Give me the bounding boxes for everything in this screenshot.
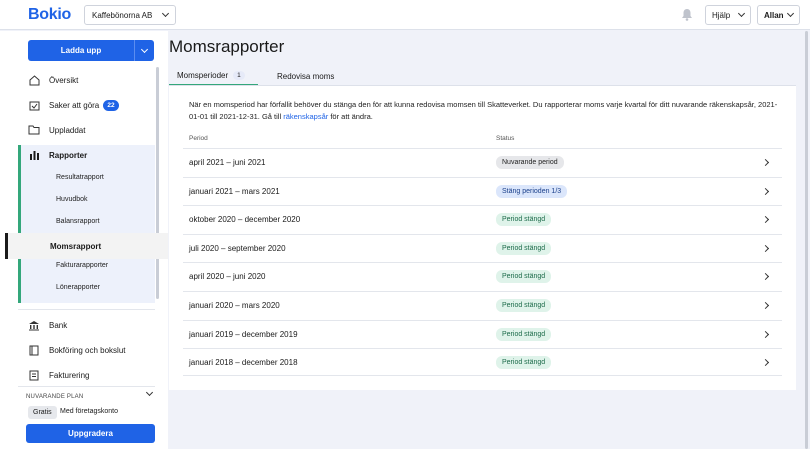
- chevron-right-icon[interactable]: [761, 301, 770, 310]
- todo-count-badge: 22: [103, 100, 119, 111]
- period-label: juli 2020 – september 2020: [189, 243, 286, 253]
- user-menu-button[interactable]: Allan: [757, 5, 800, 25]
- top-bar: Bokio Kaffebönorna AB Hjälp Allan: [0, 0, 810, 30]
- table-row[interactable]: oktober 2020 – december 2020 Period stäng…: [183, 205, 782, 233]
- sidebar-item-label: Bokföring och bokslut: [49, 345, 126, 355]
- intro-suffix: för att ändra.: [328, 112, 373, 121]
- sidebar: Ladda upp Översikt Saker att göra 22 Upp…: [0, 31, 168, 449]
- current-plan-label: NUVARANDE PLAN: [26, 394, 84, 400]
- chevron-down-icon: [786, 9, 795, 18]
- sidebar-item-label: Saker att göra: [49, 100, 100, 110]
- sidebar-subitem-balansrapport[interactable]: Balansrapport: [56, 218, 100, 225]
- sidebar-divider: [18, 309, 155, 310]
- status-badge: Period stängd: [496, 241, 552, 255]
- period-label: april 2021 – juni 2021: [189, 158, 266, 167]
- tab-momsperioder[interactable]: Momsperioder 1: [169, 66, 258, 86]
- company-name: Kaffebönorna AB: [92, 10, 153, 20]
- upgrade-button[interactable]: Uppgradera: [26, 424, 155, 443]
- table-row[interactable]: april 2021 – juni 2021 Nuvarande period: [183, 148, 782, 176]
- chevron-right-icon[interactable]: [761, 216, 770, 224]
- sidebar-subitem-lonerapporter[interactable]: Lönerapporter: [56, 284, 100, 291]
- sidebar-item-label: Uppladdat: [49, 125, 86, 135]
- chevron-down-icon: [140, 45, 149, 53]
- bar-chart-icon: [28, 149, 40, 161]
- sidebar-divider: [18, 386, 155, 387]
- sidebar-item-bank[interactable]: Bank: [28, 314, 67, 336]
- sidebar-scrollbar[interactable]: [156, 67, 159, 299]
- sidebar-subitem-momsrapport[interactable]: Momsrapport: [5, 233, 168, 259]
- table-row[interactable]: januari 2020 – mars 2020 Period stängd: [183, 291, 782, 319]
- status-badge: Stäng perioden 1/3: [496, 184, 568, 198]
- sidebar-item-todo[interactable]: Saker att göra: [28, 94, 99, 116]
- sidebar-item-label: Fakturering: [49, 370, 90, 380]
- intro-text: När en momsperiod har förfallit behöver …: [189, 99, 779, 123]
- tab-count-badge: 1: [233, 70, 245, 80]
- chevron-right-icon[interactable]: [761, 330, 770, 338]
- sidebar-item-label: Översikt: [49, 75, 79, 85]
- period-label: oktober 2020 – december 2020: [189, 215, 301, 225]
- table-row[interactable]: april 2020 – juni 2020 Period stängd: [183, 262, 782, 290]
- sidebar-item-uploaded[interactable]: Uppladdat: [28, 119, 85, 141]
- period-label: januari 2020 – mars 2020: [189, 301, 280, 310]
- chevron-right-icon[interactable]: [761, 158, 770, 167]
- sidebar-item-overview[interactable]: Översikt: [28, 69, 78, 91]
- sidebar-subitem-label: Momsrapport: [50, 241, 102, 251]
- status-badge: Period stängd: [496, 356, 552, 370]
- period-label: januari 2018 – december 2018: [189, 358, 298, 368]
- tab-label: Redovisa moms: [277, 71, 335, 81]
- help-menu-button[interactable]: Hjälp: [705, 5, 751, 25]
- chevron-right-icon[interactable]: [761, 359, 770, 367]
- upload-label: Ladda upp: [60, 46, 102, 55]
- table-bottom-border: [183, 375, 782, 376]
- plan-badge: Gratis: [28, 406, 57, 419]
- table-row[interactable]: januari 2019 – december 2019 Period stäng…: [183, 319, 782, 348]
- chevron-right-icon[interactable]: [761, 273, 770, 281]
- status-badge: Period stängd: [496, 327, 552, 341]
- intro-body: När en momsperiod har förfallit behöver …: [189, 100, 778, 121]
- column-header-period: Period: [189, 135, 208, 142]
- calendar-check-icon: [28, 99, 40, 111]
- sidebar-item-label: Rapporter: [49, 150, 88, 160]
- table-row[interactable]: januari 2021 – mars 2021 Stäng perioden 1…: [183, 176, 782, 205]
- bokio-logo[interactable]: Bokio: [28, 6, 71, 24]
- tab-redovisa-moms[interactable]: Redovisa moms: [277, 66, 334, 86]
- upload-dropdown-toggle[interactable]: [134, 40, 154, 61]
- bank-icon: [28, 319, 40, 331]
- chevron-down-icon: [737, 9, 746, 18]
- home-icon: [28, 74, 40, 86]
- sidebar-item-bookkeeping[interactable]: Bokföring och bokslut: [28, 339, 126, 361]
- table-row[interactable]: juli 2020 – september 2020 Period stängd: [183, 233, 782, 262]
- bell-icon[interactable]: [681, 8, 693, 21]
- table-row[interactable]: januari 2018 – december 2018 Period stäng…: [183, 348, 782, 376]
- chevron-down-icon: [161, 9, 170, 18]
- fiscal-year-link[interactable]: räkenskapsår: [283, 112, 328, 121]
- sidebar-subitem-fakturarapporter[interactable]: Fakturarapporter: [56, 262, 108, 269]
- chevron-right-icon[interactable]: [761, 187, 770, 195]
- sidebar-item-invoicing[interactable]: Fakturering: [28, 364, 89, 386]
- tab-label: Momsperioder: [177, 70, 229, 80]
- user-label: Allan: [764, 10, 784, 20]
- folder-icon: [28, 124, 40, 136]
- sidebar-subitem-resultatrapport[interactable]: Resultatrapport: [56, 174, 104, 181]
- help-label: Hjälp: [712, 10, 731, 20]
- chevron-right-icon[interactable]: [761, 244, 770, 252]
- status-badge: Period stängd: [496, 270, 552, 284]
- status-badge: Nuvarande period: [496, 156, 564, 169]
- period-label: januari 2019 – december 2019: [189, 329, 298, 339]
- status-badge: Period stängd: [496, 299, 552, 312]
- status-badge: Period stängd: [496, 213, 552, 227]
- page-scrollbar[interactable]: [805, 31, 808, 449]
- column-header-status: Status: [496, 135, 515, 142]
- page-title: Momsrapporter: [169, 37, 285, 56]
- sidebar-subitem-huvudbok[interactable]: Huvudbok: [56, 196, 88, 203]
- plan-description: Med företagskonto: [60, 408, 118, 415]
- book-icon: [28, 344, 40, 356]
- period-label: januari 2021 – mars 2021: [189, 186, 280, 196]
- period-label: april 2020 – juni 2020: [189, 272, 266, 282]
- upload-button[interactable]: Ladda upp: [28, 40, 154, 61]
- sidebar-item-label: Bank: [49, 320, 68, 330]
- sidebar-item-reports[interactable]: Rapporter: [28, 144, 87, 166]
- invoice-icon: [28, 369, 40, 381]
- company-selector[interactable]: Kaffebönorna AB: [84, 5, 176, 25]
